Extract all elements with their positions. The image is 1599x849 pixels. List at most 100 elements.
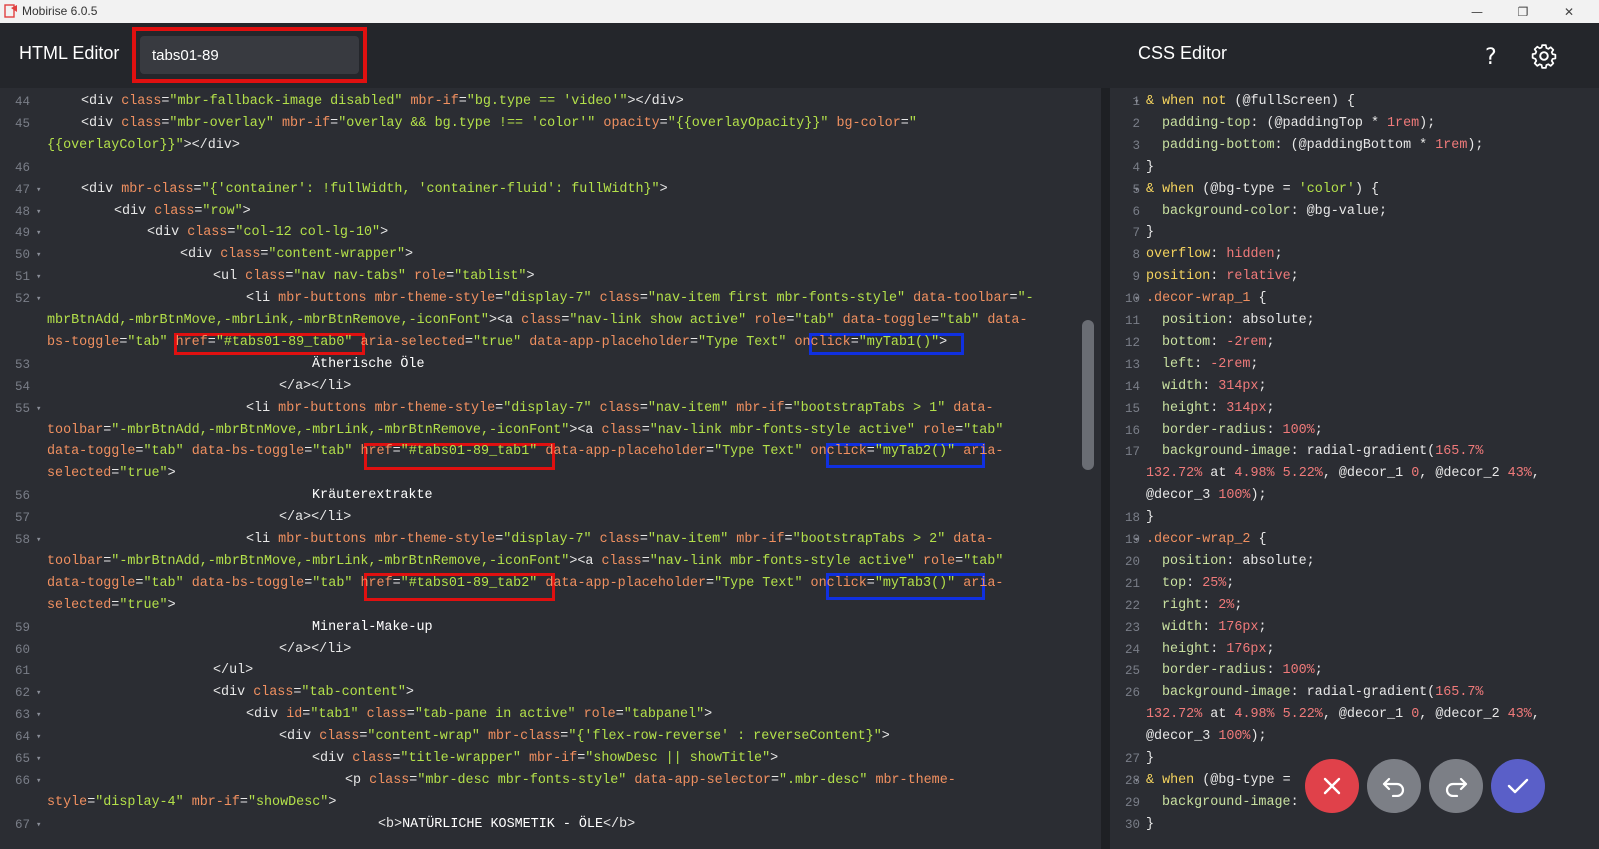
code-line: <li mbr-buttons mbr-theme-style="display… [246, 532, 994, 547]
code-line: <div class="content-wrapper"> [180, 247, 414, 263]
code-line: </ul> [213, 663, 254, 679]
line-number: 62 [14, 686, 30, 701]
line-number: 46 [14, 160, 30, 175]
code-line: <div class="col-12 col-lg-10"> [147, 225, 389, 241]
code-line: height: 176px; [1162, 641, 1275, 657]
minimize-icon[interactable]: — [1454, 0, 1500, 23]
line-number: 29 [1124, 795, 1140, 810]
code-line: data-toggle="tab" data-bs-toggle="tab" h… [47, 575, 1004, 591]
code-line: border-radius: 100%; [1162, 663, 1323, 679]
line-number: 23 [1124, 620, 1140, 635]
code-line: @decor_3 100%); [1146, 488, 1267, 504]
code-line: } [1146, 816, 1155, 832]
code-line: <div class="mbr-overlay" mbr-if="overlay… [81, 115, 917, 131]
fold-toggle-icon[interactable]: ▾ [1134, 294, 1139, 304]
code-line: <div class="title-wrapper" mbr-if="showD… [312, 751, 779, 766]
block-name-highlight [132, 27, 367, 83]
code-line: style="display-4" mbr-if="showDesc"> [47, 794, 337, 810]
code-line: toolbar="-mbrBtnAdd,-mbrBtnMove,-mbrLink… [47, 553, 1004, 569]
code-line: right: 2%; [1162, 597, 1243, 613]
fold-toggle-icon[interactable]: ▾ [36, 754, 41, 764]
code-line: background-image: [1162, 794, 1307, 810]
redo-button[interactable] [1429, 759, 1483, 813]
maximize-icon[interactable]: ❐ [1500, 0, 1546, 23]
code-line: </a></li> [279, 378, 352, 394]
code-line: <div class="row"> [114, 203, 251, 219]
cancel-button[interactable] [1305, 759, 1359, 813]
fold-toggle-icon[interactable]: ▾ [36, 535, 41, 545]
line-number: 63 [14, 708, 30, 723]
fold-toggle-icon[interactable]: ▾ [1134, 535, 1139, 545]
mobirise-logo-icon [4, 4, 17, 18]
line-number: 61 [14, 664, 30, 679]
line-number: 50 [14, 248, 30, 263]
line-number: 3 [1132, 138, 1140, 153]
block-name-input[interactable] [140, 36, 359, 74]
fold-toggle-icon[interactable]: ▾ [36, 710, 41, 720]
editor-header: HTML Editor CSS Editor ? [0, 23, 1599, 88]
css-editor-title: CSS Editor [1138, 43, 1228, 63]
html-code-editor[interactable]: 44 <div class="mbr-fallback-image disable… [0, 88, 1101, 849]
fold-toggle-icon[interactable]: ▾ [36, 294, 41, 304]
html-editor-scrollbar[interactable] [1082, 320, 1094, 470]
line-number: 20 [1124, 554, 1140, 569]
line-number: 12 [1124, 335, 1140, 350]
code-line: } [1146, 159, 1155, 175]
fold-toggle-icon[interactable]: ▾ [1134, 97, 1139, 107]
code-line: 132.72% at 4.98% 5.22%, @decor_1 0, @dec… [1146, 707, 1540, 723]
line-number: 49 [14, 226, 30, 241]
code-line: } [1146, 510, 1155, 526]
fold-toggle-icon[interactable]: ▾ [36, 776, 41, 786]
fold-toggle-icon[interactable]: ▾ [1134, 185, 1139, 195]
line-number: 16 [1124, 423, 1140, 438]
line-number: 9 [1132, 270, 1140, 285]
fold-toggle-icon[interactable]: ▾ [36, 820, 41, 830]
redo-icon [1445, 777, 1468, 797]
fold-toggle-icon[interactable]: ▾ [36, 250, 41, 260]
line-number: 45 [14, 116, 30, 131]
code-line: <p class="mbr-desc mbr-fonts-style" data… [345, 772, 956, 788]
code-line: & when not (@fullScreen) { [1146, 94, 1355, 109]
fold-toggle-icon[interactable]: ▾ [36, 404, 41, 414]
fold-toggle-icon[interactable]: ▾ [36, 272, 41, 282]
help-icon[interactable]: ? [1485, 45, 1497, 70]
gear-icon[interactable] [1531, 43, 1557, 69]
line-number: 2 [1132, 116, 1140, 131]
line-number: 8 [1132, 248, 1140, 263]
code-line: width: 176px; [1162, 619, 1267, 635]
line-number: 64 [14, 730, 30, 745]
fold-toggle-icon[interactable]: ▾ [36, 185, 41, 195]
check-icon [1507, 778, 1529, 794]
editor-divider[interactable] [1101, 88, 1110, 849]
line-number: 7 [1132, 226, 1140, 241]
line-number: 25 [1124, 664, 1140, 679]
css-code-editor[interactable]: 1 ▾ & when not (@fullScreen) {2 padding-top… [1110, 88, 1599, 849]
line-number: 22 [1124, 598, 1140, 613]
line-number: 15 [1124, 401, 1140, 416]
close-window-icon[interactable]: ✕ [1546, 0, 1592, 23]
fold-toggle-icon[interactable]: ▾ [36, 732, 41, 742]
fold-toggle-icon[interactable]: ▾ [36, 207, 41, 217]
line-number: 11 [1124, 314, 1140, 328]
code-line: selected="true"> [47, 597, 176, 613]
code-line: bottom: -2rem; [1162, 334, 1275, 350]
line-number: 21 [1124, 576, 1140, 591]
code-line: .decor-wrap_2 { [1146, 532, 1267, 547]
undo-button[interactable] [1367, 759, 1421, 813]
code-line: position: relative; [1146, 269, 1299, 285]
line-number: 56 [14, 489, 30, 504]
fold-toggle-icon[interactable]: ▾ [36, 688, 41, 698]
code-line: overflow: hidden; [1146, 247, 1283, 263]
code-line: </a></li> [279, 510, 352, 526]
code-line: left: -2rem; [1162, 356, 1259, 372]
code-line: <li mbr-buttons mbr-theme-style="display… [246, 400, 994, 416]
code-line: </a></li> [279, 641, 352, 657]
code-line: selected="true"> [47, 466, 176, 482]
code-line: padding-bottom: (@paddingBottom * 1rem); [1162, 137, 1484, 153]
fold-toggle-icon[interactable]: ▾ [1134, 776, 1139, 786]
apply-button[interactable] [1491, 759, 1545, 813]
fold-toggle-icon[interactable]: ▾ [36, 228, 41, 238]
code-line: border-radius: 100%; [1162, 422, 1323, 438]
line-number: 57 [14, 511, 30, 526]
code-line: <div mbr-class="{'container': !fullWidth… [81, 181, 668, 197]
